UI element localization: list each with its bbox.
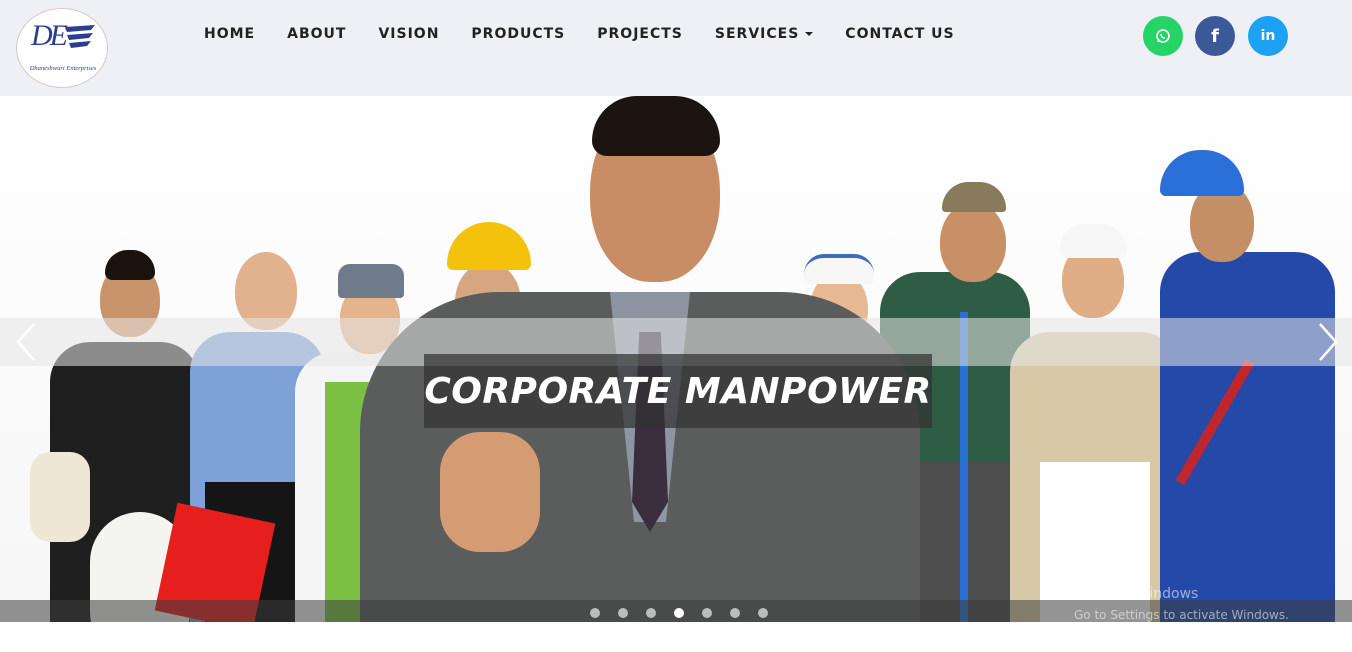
nav-home[interactable]: HOME bbox=[188, 22, 271, 46]
nav-contact-us[interactable]: CONTACT US bbox=[829, 22, 970, 46]
carousel-dot[interactable] bbox=[646, 608, 656, 618]
facebook-icon: f bbox=[1211, 25, 1219, 47]
slide-caption-box: CORPORATE MANPOWER bbox=[424, 354, 932, 428]
logo-tagline: Dhaneshwari Enterprises bbox=[29, 65, 97, 72]
carousel-dot[interactable] bbox=[618, 608, 628, 618]
nav-projects[interactable]: PROJECTS bbox=[581, 22, 699, 46]
site-header: DE Dhaneshwari Enterprises HOME ABOUT VI… bbox=[0, 0, 1352, 96]
slide-caption: CORPORATE MANPOWER bbox=[424, 370, 932, 412]
person-plumber bbox=[1150, 122, 1340, 622]
carousel-indicators bbox=[590, 608, 768, 618]
logo-wings-icon bbox=[65, 25, 95, 48]
main-nav: HOME ABOUT VISION PRODUCTS PROJECTS SERV… bbox=[188, 22, 971, 46]
chevron-right-icon bbox=[1319, 323, 1338, 361]
carousel-next-button[interactable] bbox=[1308, 322, 1348, 362]
windows-watermark-subtitle: Go to Settings to activate Windows. bbox=[1074, 608, 1289, 622]
windows-watermark-title: Activate Windows bbox=[1074, 586, 1199, 602]
carousel-dot[interactable] bbox=[730, 608, 740, 618]
nav-services-label: SERVICES bbox=[714, 26, 800, 42]
linkedin-button[interactable]: in bbox=[1248, 16, 1288, 56]
carousel-dot-active[interactable] bbox=[674, 608, 684, 618]
chevron-left-icon bbox=[16, 323, 35, 361]
whatsapp-button[interactable] bbox=[1143, 16, 1183, 56]
hero-carousel: CORPORATE MANPOWER Activate Windows Go t… bbox=[0, 96, 1352, 622]
carousel-dot[interactable] bbox=[702, 608, 712, 618]
nav-about[interactable]: ABOUT bbox=[271, 22, 362, 46]
linkedin-icon: in bbox=[1260, 28, 1276, 44]
whatsapp-icon bbox=[1156, 29, 1170, 43]
facebook-button[interactable]: f bbox=[1195, 16, 1235, 56]
nav-products[interactable]: PRODUCTS bbox=[455, 22, 581, 46]
company-logo[interactable]: DE Dhaneshwari Enterprises bbox=[16, 8, 108, 88]
logo-mark: DE bbox=[31, 19, 68, 52]
caret-down-icon bbox=[805, 32, 814, 36]
carousel-dot[interactable] bbox=[758, 608, 768, 618]
nav-vision[interactable]: VISION bbox=[362, 22, 455, 46]
carousel-prev-button[interactable] bbox=[6, 322, 46, 362]
nav-services-dropdown[interactable]: SERVICES bbox=[699, 22, 829, 46]
carousel-dot[interactable] bbox=[590, 608, 600, 618]
